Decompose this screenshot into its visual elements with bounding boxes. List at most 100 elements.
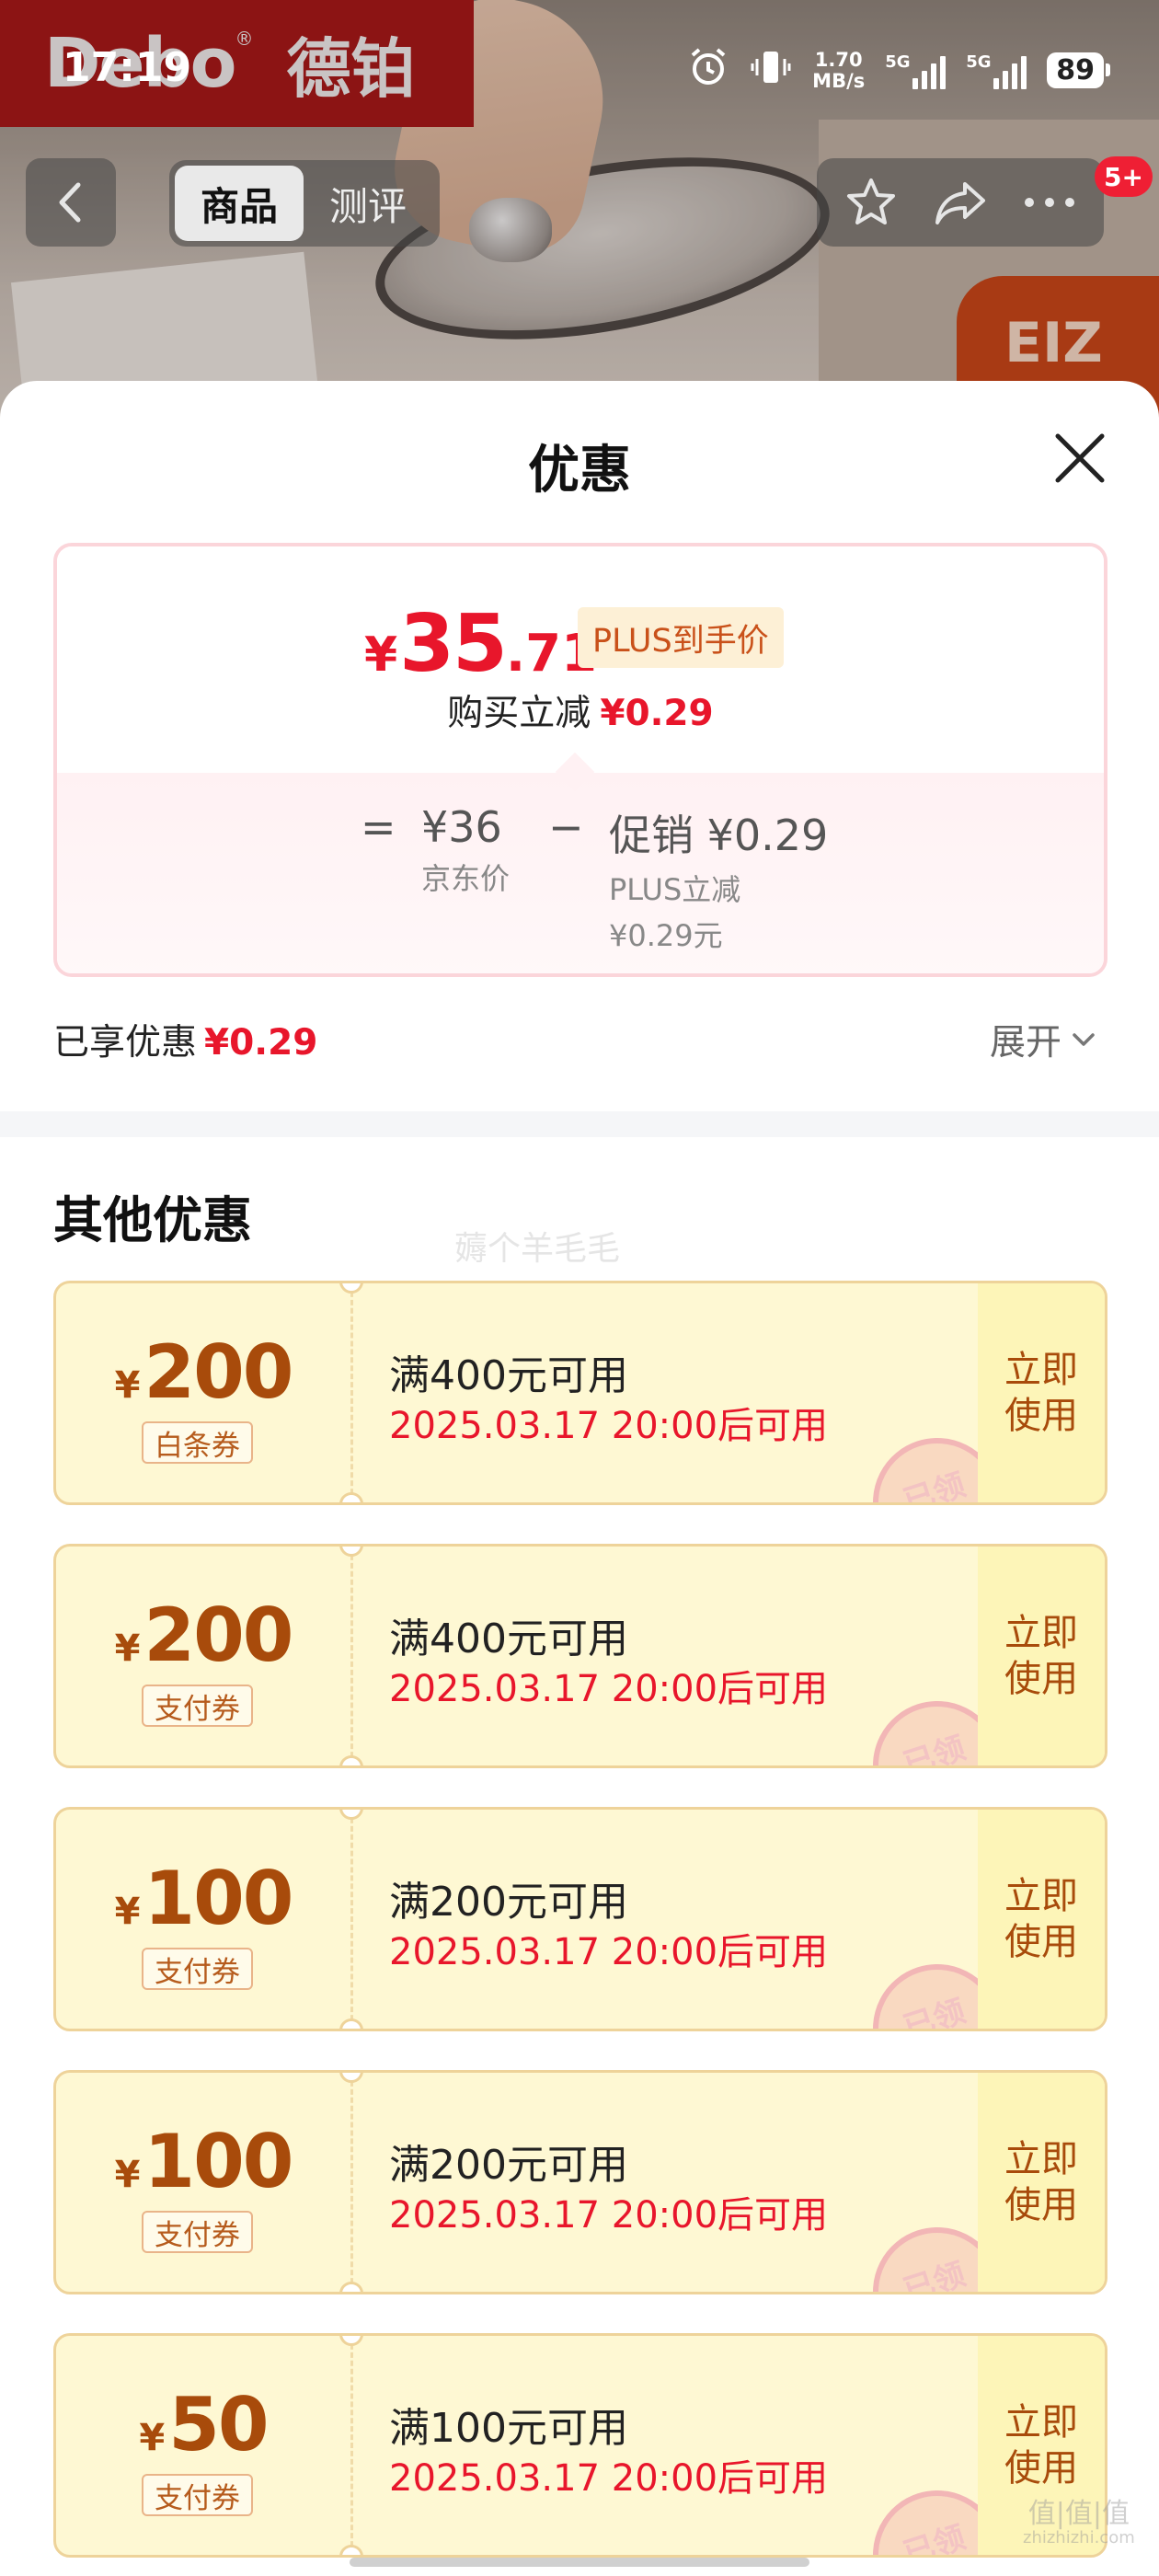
coupon-notch (339, 1492, 363, 1502)
coupon-notch (339, 1755, 363, 1765)
coupon-card: ¥ 200 白条券 满400元可用 2025.03.17 20:00后可用 已领… (53, 1281, 1107, 1505)
equals-sign: = (361, 802, 396, 852)
coupon-type-tag: 支付券 (142, 1685, 253, 1727)
clock: 17:19 (63, 44, 192, 91)
coupon-valid-time: 2025.03.17 20:00后可用 (389, 2457, 829, 2500)
coupon-amount: ¥ 100 (56, 2119, 350, 2204)
network-speed-unit: MB/s (812, 69, 866, 92)
use-now-label-line2: 使用 (1004, 2184, 1078, 2226)
coupon-value-section: ¥ 100 支付券 (56, 1810, 350, 2029)
favorite-button[interactable] (838, 169, 904, 236)
header-actions (817, 158, 1104, 247)
coupon-value-section: ¥ 100 支付券 (56, 2073, 350, 2292)
coupon-amount-value: 200 (143, 1593, 293, 1678)
sim2-label: 5G (966, 52, 992, 72)
more-button[interactable] (1016, 169, 1083, 236)
plus-price-tag: PLUS到手价 (578, 607, 784, 668)
calc-equals: = (361, 802, 396, 852)
share-button[interactable] (927, 169, 993, 236)
coupon-valid-time: 2025.03.17 20:00后可用 (389, 1931, 829, 1973)
product-tabs: 商品 测评 (169, 160, 440, 247)
use-now-button[interactable]: 立即 使用 (978, 1283, 1105, 1502)
coupon-type-tag: 支付券 (142, 2474, 253, 2516)
coupon-valid-time: 2025.03.17 20:00后可用 (389, 1405, 829, 1447)
site-watermark-main: 值|值|值 (1027, 2498, 1130, 2530)
coupon-currency: ¥ (114, 2154, 141, 2196)
use-now-button[interactable]: 立即 使用 (978, 1547, 1105, 1765)
promo-detail-line1: PLUS立减 (609, 872, 741, 907)
close-button[interactable] (1049, 427, 1111, 489)
coupon-value-section: ¥ 200 支付券 (56, 1547, 350, 1765)
coupon-valid-time: 2025.03.17 20:00后可用 (389, 2194, 829, 2237)
instant-discount-value: ¥0.29 (600, 693, 714, 734)
promo-value: 促销 ¥0.29 (609, 811, 829, 860)
coupon-amount-value: 100 (143, 1856, 293, 1941)
instant-discount-label: 购买立减 (447, 693, 591, 734)
status-icons: 1.70 MB/s 5G 5G 89 (687, 46, 1110, 95)
home-indicator[interactable] (350, 2558, 809, 2567)
use-now-label-line1: 立即 (1004, 1349, 1078, 1391)
use-now-label-line1: 立即 (1004, 1612, 1078, 1654)
coupon-type-tag: 支付券 (142, 2211, 253, 2253)
coupon-currency: ¥ (114, 1364, 141, 1407)
coupon-currency: ¥ (114, 1627, 141, 1670)
coupon-card: ¥ 100 支付券 满200元可用 2025.03.17 20:00后可用 已领… (53, 1807, 1107, 2031)
network-speed-value: 1.70 (814, 49, 863, 72)
sheet-title: 优惠 (528, 441, 631, 500)
site-watermark-sub: zhizhizhi.com (1023, 2528, 1135, 2547)
minus-sign: − (548, 802, 584, 852)
close-icon (1055, 433, 1105, 483)
coupon-divider (350, 2073, 353, 2292)
use-now-button[interactable]: 立即 使用 (978, 1810, 1105, 2029)
tab-review[interactable]: 测评 (304, 166, 432, 241)
coupon-amount: ¥ 200 (56, 1593, 350, 1678)
coupon-currency: ¥ (139, 2417, 166, 2459)
back-button[interactable] (26, 158, 116, 247)
use-now-label-line1: 立即 (1004, 1875, 1078, 1917)
coupon-value-section: ¥ 50 支付券 (56, 2336, 350, 2555)
signal-sim2-icon: 5G (966, 52, 1027, 89)
instant-discount-line: 购买立减 ¥0.29 (57, 684, 1104, 736)
alarm-icon (687, 46, 729, 95)
promo-block: 促销 ¥0.29 PLUS立减 ¥0.29元 (609, 802, 828, 955)
price-integer: 35 (399, 598, 508, 690)
chevron-down-icon (1073, 1033, 1095, 1046)
use-now-button[interactable]: 立即 使用 (978, 2073, 1105, 2292)
use-now-label-line2: 使用 (1004, 1395, 1078, 1437)
status-bar: 17:19 1.70 MB/s 5G 5G 89 (0, 0, 1159, 138)
coupon-condition: 满100元可用 (389, 2405, 628, 2452)
coupon-notch (339, 2282, 363, 2292)
coupon-condition: 满400元可用 (389, 1352, 628, 1399)
network-speed: 1.70 MB/s (812, 50, 865, 90)
coupon-type-tag: 白条券 (142, 1421, 253, 1464)
coupon-notch (339, 2545, 363, 2555)
expand-label: 展开 (990, 1022, 1062, 1064)
coupon-divider (350, 1283, 353, 1502)
coupon-condition: 满400元可用 (389, 1616, 628, 1662)
coupon-divider (350, 1547, 353, 1765)
coupon-divider (350, 1810, 353, 2029)
price-currency: ¥ (364, 627, 398, 683)
price-breakdown-card: ¥ 35 .71 PLUS到手价 购买立减 ¥0.29 = ¥36 京东价 − 促… (53, 543, 1107, 977)
coupon-valid-time: 2025.03.17 20:00后可用 (389, 1668, 829, 1710)
coupon-amount-value: 100 (143, 2119, 293, 2204)
coupon-notch (339, 2018, 363, 2029)
use-now-label-line1: 立即 (1004, 2138, 1078, 2180)
coupon-condition: 满200元可用 (389, 2142, 628, 2189)
expand-button[interactable]: 展开 (990, 1014, 1100, 1065)
jd-price-value: ¥36 (421, 802, 502, 852)
coupon-amount-value: 200 (143, 1329, 293, 1415)
enjoyed-label: 已享优惠 (53, 1022, 198, 1064)
vibrate-icon (750, 46, 792, 95)
section-divider (0, 1111, 1159, 1137)
chevron-left-icon (59, 182, 81, 223)
coupon-amount: ¥ 100 (56, 1856, 350, 1941)
coupon-currency: ¥ (114, 1891, 141, 1933)
coupon-amount-value: 50 (168, 2382, 269, 2467)
sim1-label: 5G (885, 52, 911, 72)
coupon-card: ¥ 200 支付券 满400元可用 2025.03.17 20:00后可用 已领… (53, 1544, 1107, 1768)
use-now-label-line2: 使用 (1004, 2447, 1078, 2490)
coupon-value-section: ¥ 200 白条券 (56, 1283, 350, 1502)
coupon-divider (350, 2336, 353, 2555)
tab-product[interactable]: 商品 (175, 166, 304, 241)
